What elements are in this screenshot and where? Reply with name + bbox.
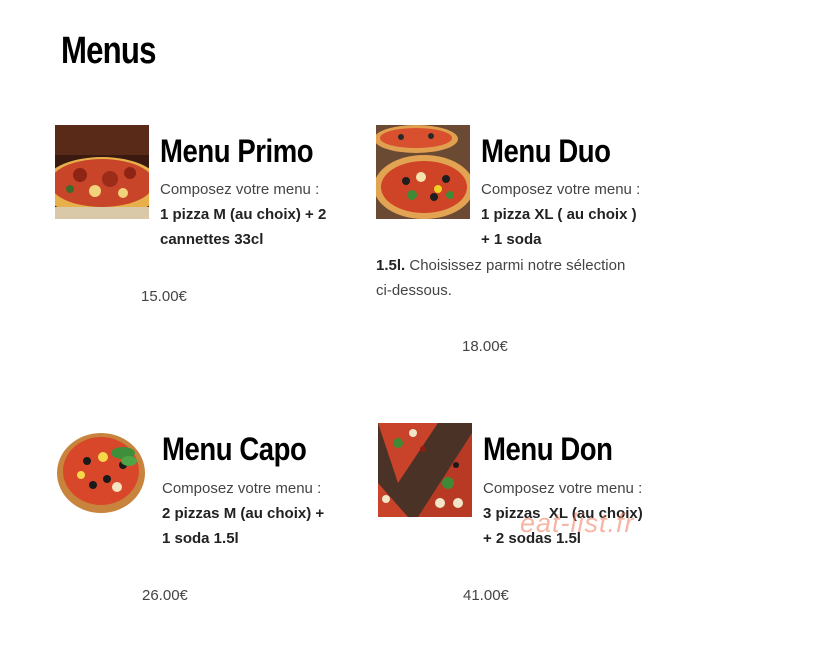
menu-content-line: 1 soda 1.5l xyxy=(162,530,239,547)
menu-description: Composez votre menu : 3 pizzas XL (au ch… xyxy=(483,476,683,551)
menu-intro: Composez votre menu : xyxy=(481,181,641,198)
menu-image-don[interactable] xyxy=(378,423,472,517)
menu-description: Composez votre menu : 1 pizza M (au choi… xyxy=(160,177,360,252)
menu-content-line: ci-dessous. xyxy=(376,282,452,299)
menu-content-line: 2 pizzas M (au choix) + xyxy=(162,505,325,522)
menu-intro: Composez votre menu : xyxy=(160,181,320,198)
menu-content-line: + 1 soda xyxy=(481,231,542,248)
menu-content-line: 3 pizzas XL (au choix) xyxy=(483,505,643,522)
menu-image-capo[interactable] xyxy=(57,423,151,517)
menu-image-duo[interactable] xyxy=(376,125,470,219)
menu-description: Composez votre menu : 1 pizza XL ( au ch… xyxy=(481,177,681,252)
menu-content-line: 1 pizza XL ( au choix ) xyxy=(481,206,637,223)
menu-price: 15.00€ xyxy=(141,288,187,305)
menu-content-line: 1.5l. Choisissez parmi notre sélection xyxy=(376,257,626,274)
menu-title[interactable]: Menu Don xyxy=(483,431,613,468)
menu-price: 41.00€ xyxy=(463,587,509,604)
menu-description-continued: 1.5l. Choisissez parmi notre sélection c… xyxy=(376,253,676,303)
page-title: Menus xyxy=(61,30,156,72)
menu-description: Composez votre menu : 2 pizzas M (au cho… xyxy=(162,476,362,551)
menu-intro: Composez votre menu : xyxy=(483,480,643,497)
menu-content-line: cannettes 33cl xyxy=(160,231,264,248)
menu-title[interactable]: Menu Duo xyxy=(481,133,611,170)
menu-title[interactable]: Menu Primo xyxy=(160,133,314,170)
menu-price: 26.00€ xyxy=(142,587,188,604)
menu-content-line: + 2 sodas 1.5l xyxy=(483,530,581,547)
menu-price: 18.00€ xyxy=(462,338,508,355)
menu-content-line: 1 pizza M (au choix) + 2 xyxy=(160,206,327,223)
menu-intro: Composez votre menu : xyxy=(162,480,322,497)
menu-title[interactable]: Menu Capo xyxy=(162,431,307,468)
menu-image-primo[interactable] xyxy=(55,125,149,219)
